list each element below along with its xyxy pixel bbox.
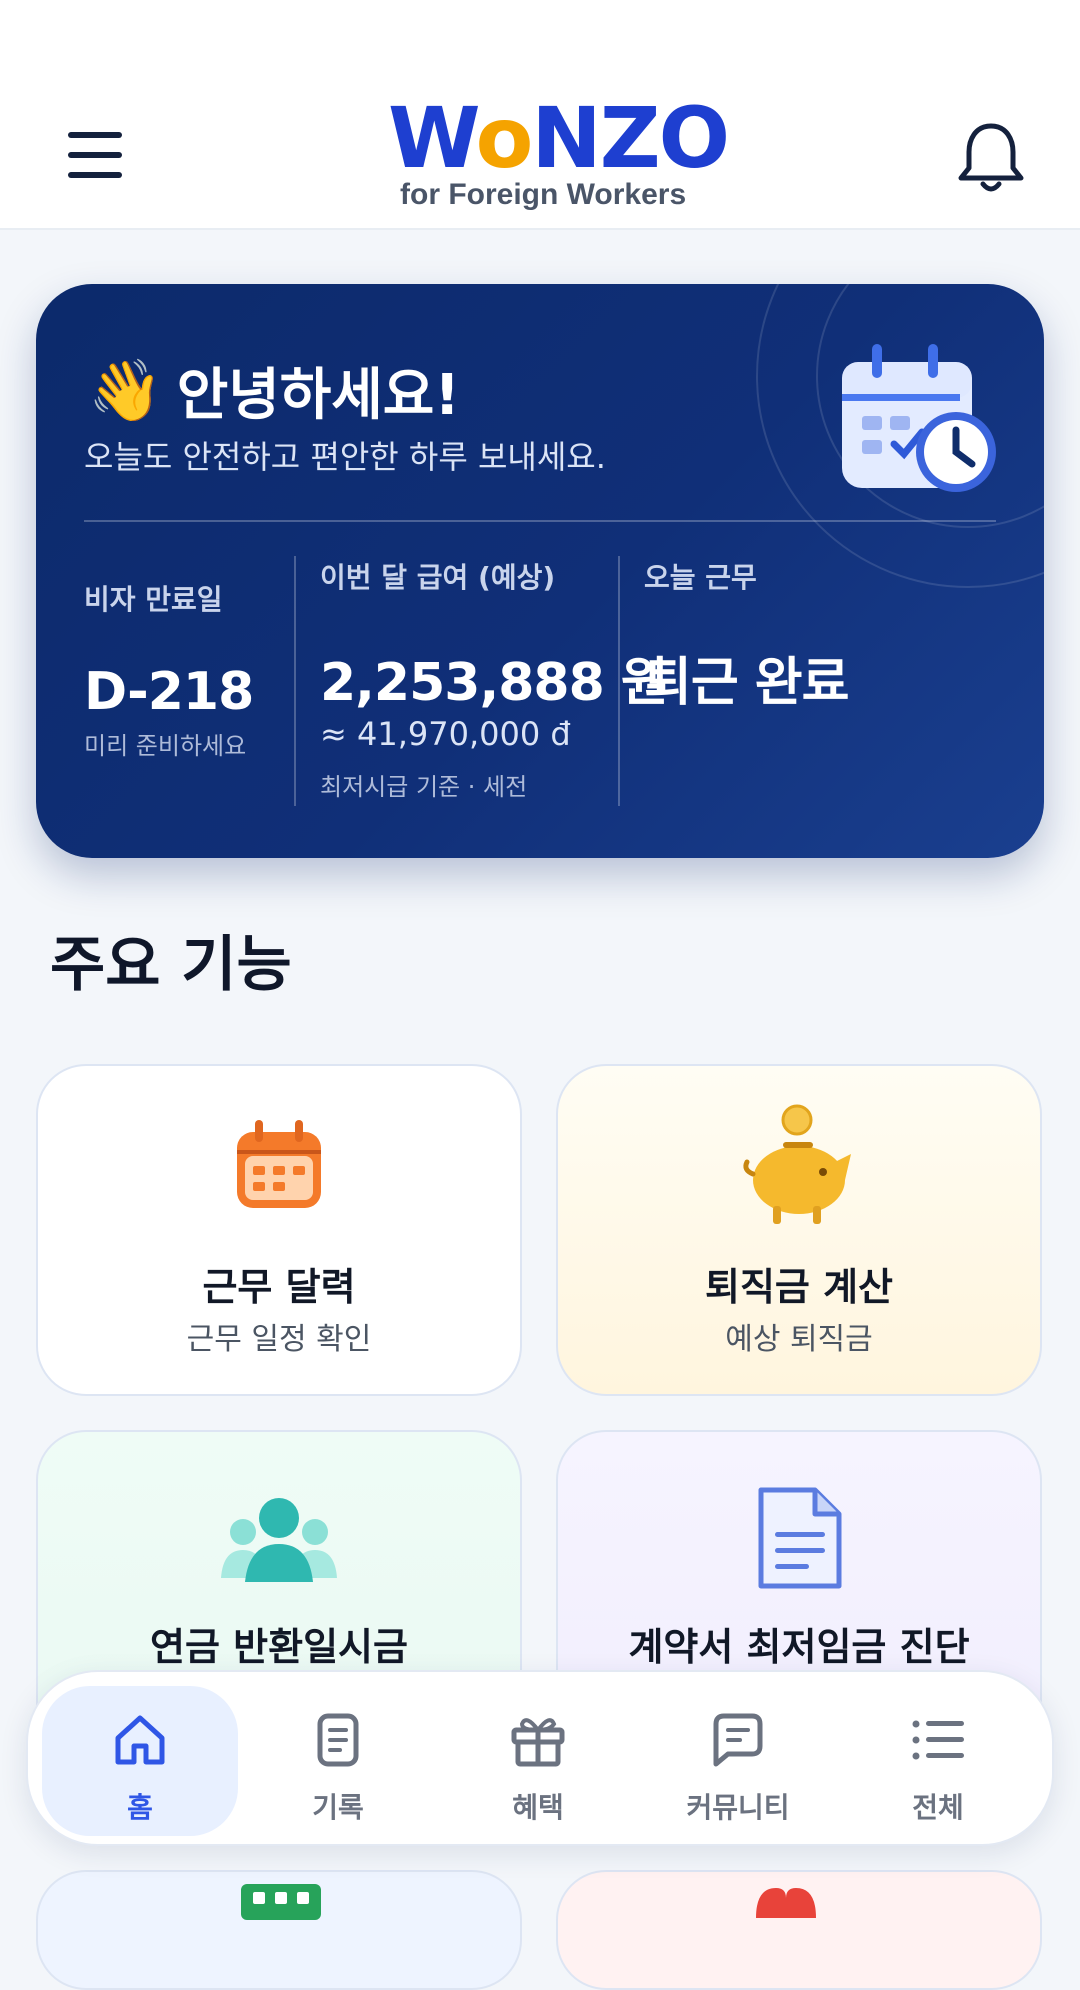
feature-card-partial-right[interactable] [556, 1870, 1042, 1990]
visa-dday: D-218 [84, 662, 254, 722]
logo-wordmark: WoNZO [388, 89, 730, 187]
nav-item-home[interactable]: 홈 [42, 1686, 238, 1836]
wave-emoji: 👋 [88, 355, 163, 426]
nav-label: 기록 [312, 1791, 364, 1824]
record-icon [317, 1713, 359, 1767]
greeting-title: 안녕하세요! [176, 363, 460, 428]
visa-expiry-stat: 비자 만료일 D-218 미리 준비하세요 [84, 556, 254, 761]
feature-subtitle: 근무 일정 확인 [186, 1322, 372, 1357]
chat-icon [713, 1713, 763, 1767]
nav-item-all[interactable]: 전체 [840, 1686, 1036, 1836]
nav-item-community[interactable]: 커뮤니티 [640, 1686, 836, 1836]
visa-label: 비자 만료일 [84, 583, 223, 616]
feature-card-severance-calc[interactable]: 퇴직금 계산 예상 퇴직금 [556, 1064, 1042, 1396]
menu-button[interactable] [58, 120, 134, 190]
feature-title: 계약서 최저임금 진단 [628, 1625, 970, 1669]
feature-title: 퇴직금 계산 [704, 1265, 894, 1309]
gift-icon [511, 1718, 565, 1767]
people-icon [221, 1498, 337, 1582]
feature-card-partial-left[interactable] [36, 1870, 522, 1990]
hero-divider [84, 520, 996, 522]
feature-subtitle: 예상 퇴직금 [725, 1322, 873, 1357]
greeting-subtitle: 오늘도 안전하고 편안한 하루 보내세요. [84, 438, 606, 476]
bottom-navigation: 홈 기록 혜택 커뮤니티 전체 [26, 1670, 1054, 1846]
feature-title: 근무 달력 [202, 1265, 356, 1309]
welcome-card: 👋 안녕하세요! 오늘도 안전하고 편안한 하루 보내세요. 비자 만료일 D-… [36, 284, 1044, 858]
heart-icon [756, 1888, 816, 1918]
nav-label: 전체 [912, 1791, 964, 1824]
piggy-bank-icon [743, 1104, 851, 1224]
nav-item-record[interactable]: 기록 [240, 1686, 436, 1836]
home-icon [115, 1715, 165, 1765]
section-title: 주요 기능 [50, 930, 292, 1000]
salary-stat: 이번 달 급여 (예상) 2,253,888 원 ≈ 41,970,000 đ … [320, 556, 669, 802]
app-header: WoNZO for Foreign Workers [0, 0, 1080, 230]
keypad-icon [241, 1884, 321, 1920]
salary-converted: ≈ 41,970,000 đ [320, 715, 571, 753]
feature-card-work-calendar[interactable]: 근무 달력 근무 일정 확인 [36, 1064, 522, 1396]
salary-label: 이번 달 급여 (예상) [320, 561, 556, 594]
nav-label: 홈 [127, 1791, 153, 1824]
nav-label: 혜택 [512, 1791, 564, 1824]
greeting-row: 👋 안녕하세요! [88, 350, 460, 431]
menu-icon [68, 132, 122, 138]
work-label: 오늘 근무 [644, 561, 757, 594]
calendar-clock-illustration [842, 344, 996, 492]
work-status: 퇴근 완료 [644, 653, 849, 713]
bell-icon [958, 123, 1024, 192]
document-icon [758, 1487, 842, 1589]
calendar-icon [237, 1120, 321, 1208]
list-icon [912, 1720, 964, 1760]
notification-button[interactable] [955, 118, 1027, 198]
today-work-stat: 오늘 근무 퇴근 완료 [644, 556, 849, 715]
salary-amount: 2,253,888 원 [320, 653, 669, 713]
nav-label: 커뮤니티 [686, 1791, 790, 1824]
salary-note: 최저시급 기준 · 세전 [320, 773, 528, 801]
visa-note: 미리 준비하세요 [84, 732, 247, 760]
feature-title: 연금 반환일시금 [150, 1625, 408, 1669]
nav-item-benefits[interactable]: 혜택 [440, 1686, 636, 1836]
logo-subtitle: for Foreign Workers [400, 178, 687, 211]
app-logo: WoNZO for Foreign Workers [380, 96, 730, 216]
